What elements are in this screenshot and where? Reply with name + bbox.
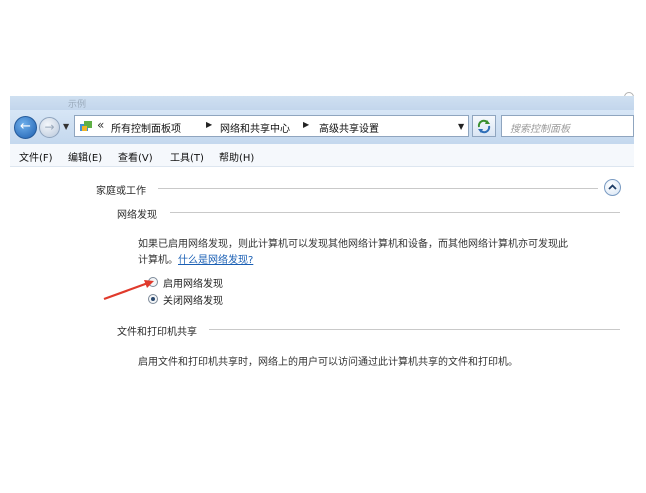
refresh-button[interactable] (472, 115, 496, 137)
annotation-arrow-icon (103, 280, 154, 301)
chevron-up-icon (608, 184, 617, 190)
address-dropdown[interactable]: ▼ (458, 122, 464, 131)
breadcrumb-advanced-sharing[interactable]: 高级共享设置 (319, 120, 379, 135)
divider (158, 188, 598, 189)
option-label[interactable]: 启用网络发现 (163, 275, 223, 290)
menu-file[interactable]: 文件(F) (19, 149, 53, 164)
option-label[interactable]: 关闭网络发现 (163, 292, 223, 307)
arrow-right-icon: → (44, 120, 55, 134)
divider (170, 212, 620, 213)
refresh-icon (477, 119, 491, 134)
chevron-right-icon[interactable]: ▶ (206, 120, 212, 129)
divider (209, 329, 620, 330)
chevron-right-icon[interactable]: ▶ (303, 120, 309, 129)
profile-label: 家庭或工作 (96, 186, 146, 197)
breadcrumb-all-items[interactable]: 所有控制面板项 (111, 120, 181, 135)
search-input[interactable]: 搜索控制面板 (501, 115, 634, 137)
menu-tools[interactable]: 工具(T) (170, 149, 204, 164)
menu-help[interactable]: 帮助(H) (219, 149, 254, 164)
breadcrumb-network-center[interactable]: 网络和共享中心 (220, 120, 290, 135)
file-sharing-heading: 文件和打印机共享 (117, 327, 197, 338)
menu-bar: 文件(F) 编辑(E) 查看(V) 工具(T) 帮助(H) (10, 144, 634, 167)
breadcrumb-overflow[interactable]: « (97, 118, 104, 132)
forward-button[interactable]: → (39, 117, 60, 138)
menu-edit[interactable]: 编辑(E) (68, 149, 102, 164)
address-box[interactable]: « 所有控制面板项 ▶ 网络和共享中心 ▶ 高级共享设置 ▼ (74, 115, 469, 137)
network-discovery-heading: 网络发现 (117, 210, 157, 221)
collapse-button[interactable] (604, 179, 621, 196)
help-link-network-discovery[interactable]: 什么是网络发现? (178, 255, 253, 266)
window-title: 示例 (68, 100, 87, 110)
back-button[interactable]: ← (14, 116, 37, 139)
search-placeholder: 搜索控制面板 (510, 124, 570, 135)
settings-content: 家庭或工作 网络发现 如果已启用网络发现，则此计算机可以发现其他网络计算机和设备… (10, 167, 634, 385)
menu-view[interactable]: 查看(V) (118, 149, 153, 164)
navigation-bar: ← → ▼ « 所有控制面板项 ▶ 网络和共享中心 ▶ 高级共享设置 ▼ 搜索控… (10, 110, 634, 144)
arrow-left-icon: ← (20, 119, 31, 134)
title-bar: 示例 (10, 96, 634, 110)
file-sharing-description: 启用文件和打印机共享时，网络上的用户可以访问通过此计算机共享的文件和打印机。 (138, 357, 518, 368)
control-panel-icon (80, 121, 92, 131)
network-discovery-description-cont: 计算机。什么是网络发现? (138, 255, 254, 266)
network-discovery-description: 如果已启用网络发现，则此计算机可以发现其他网络计算机和设备，而其他网络计算机亦可… (138, 239, 568, 250)
control-panel-window: 示例 ← → ▼ « 所有控制面板项 ▶ 网络和共享中心 ▶ 高级共享设置 ▼ (10, 96, 634, 385)
recent-pages-dropdown[interactable]: ▼ (63, 122, 69, 131)
